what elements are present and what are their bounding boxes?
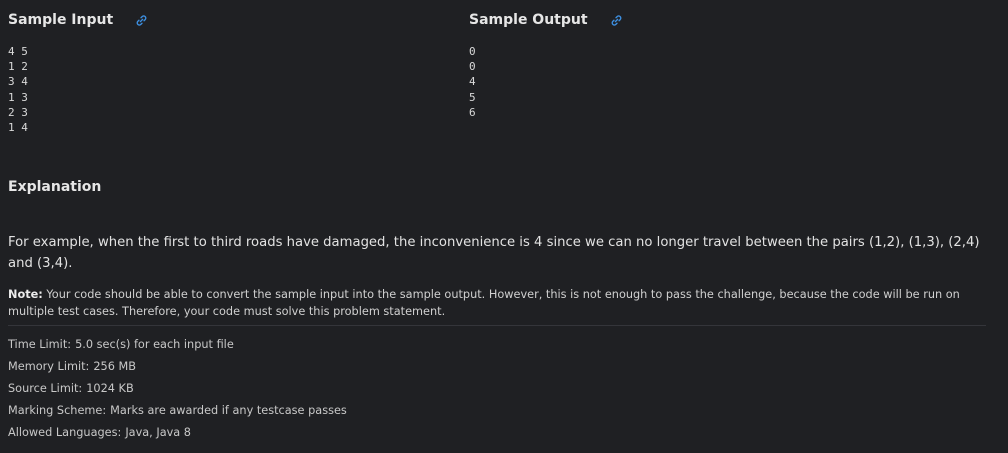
sample-input-header: Sample Input (8, 10, 148, 30)
sample-output-section: Sample Output 0 0 4 5 6 (469, 10, 623, 120)
source-limit-label: Source Limit: (8, 382, 83, 395)
code-line: 3 4 (8, 75, 28, 89)
note-text: Your code should be able to convert the … (8, 288, 960, 318)
note-label: Note: (8, 288, 43, 301)
memory-limit: Memory Limit: 256 MB (8, 358, 347, 380)
code-line: 4 5 (8, 45, 28, 58)
allowed-languages-value: Java, Java 8 (125, 426, 191, 439)
allowed-languages-label: Allowed Languages: (8, 426, 122, 439)
link-icon[interactable] (135, 14, 148, 27)
explanation-text: For example, when the first to third roa… (8, 235, 980, 271)
limits-list: Time Limit: 5.0 sec(s) for each input fi… (8, 336, 347, 446)
note: Note: Your code should be able to conver… (8, 286, 983, 320)
code-line: 4 (469, 75, 476, 89)
divider (8, 325, 986, 326)
code-line: 1 3 (8, 90, 28, 104)
source-limit-value: 1024 KB (86, 382, 134, 395)
sample-output-title: Sample Output (469, 12, 588, 28)
code-line: 0 (469, 60, 476, 74)
marking-scheme-label: Marking Scheme: (8, 404, 107, 417)
time-limit-label: Time Limit: (8, 338, 72, 351)
explanation-title: Explanation (8, 179, 102, 195)
code-line: 1 2 (8, 60, 28, 74)
code-line: 0 (469, 45, 476, 58)
time-limit-value: 5.0 sec(s) for each input file (75, 338, 234, 351)
sample-output-header: Sample Output (469, 10, 623, 30)
code-line: 2 3 (8, 105, 28, 119)
sample-output-code: 0 0 4 5 6 (469, 44, 623, 120)
code-line: 6 (469, 105, 476, 119)
sample-input-section: Sample Input 4 5 1 2 3 4 1 3 2 3 1 4 (8, 10, 148, 135)
allowed-languages: Allowed Languages: Java, Java 8 (8, 424, 347, 446)
memory-limit-value: 256 MB (93, 360, 137, 373)
code-line: 5 (469, 90, 476, 104)
marking-scheme: Marking Scheme: Marks are awarded if any… (8, 402, 347, 424)
marking-scheme-value: Marks are awarded if any testcase passes (110, 404, 347, 417)
link-icon[interactable] (610, 14, 623, 27)
time-limit: Time Limit: 5.0 sec(s) for each input fi… (8, 336, 347, 358)
sample-input-title: Sample Input (8, 12, 114, 28)
code-line: 1 4 (8, 121, 28, 135)
sample-input-code: 4 5 1 2 3 4 1 3 2 3 1 4 (8, 44, 148, 135)
memory-limit-label: Memory Limit: (8, 360, 90, 373)
source-limit: Source Limit: 1024 KB (8, 380, 347, 402)
